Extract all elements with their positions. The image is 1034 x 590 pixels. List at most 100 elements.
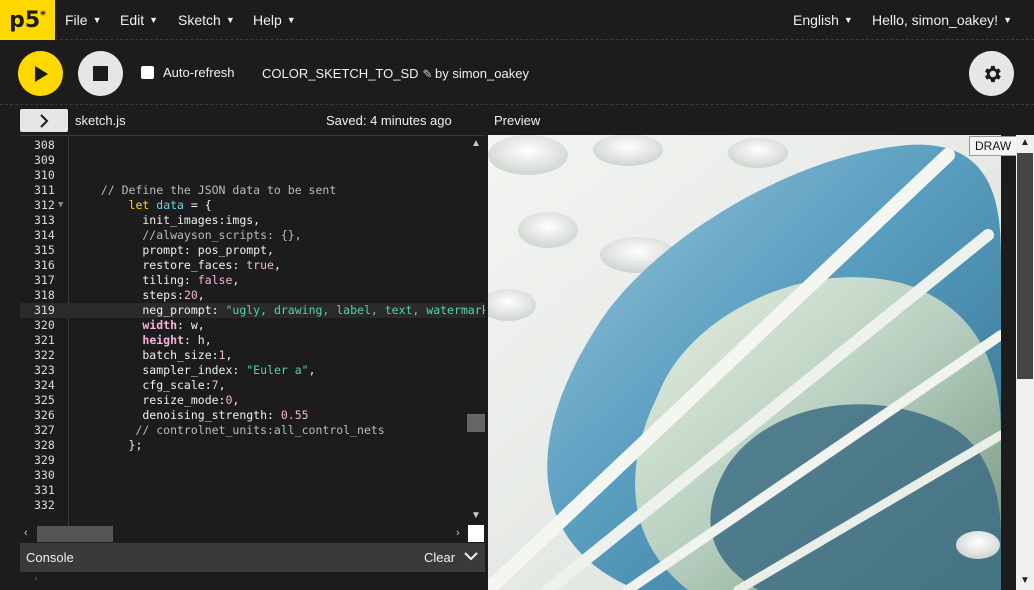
scrollbar-thumb[interactable]	[37, 526, 113, 542]
top-nav: p5* File ▼ Edit ▼ Sketch ▼ Help ▼ English ▼ H…	[0, 0, 1034, 40]
saved-status: Saved: 4 minutes ago	[326, 113, 452, 128]
menu-sketch-label: Sketch	[178, 12, 221, 28]
language-menu[interactable]: English ▼	[793, 0, 853, 40]
preview-label: Preview	[494, 113, 541, 128]
console-output[interactable]: ›	[20, 572, 485, 590]
menu-edit[interactable]: Edit ▼	[120, 0, 158, 40]
draw-button[interactable]: DRAW	[969, 136, 1018, 156]
code-line[interactable]: 316 restore_faces: true,	[20, 258, 485, 273]
collapse-console-button[interactable]	[464, 549, 478, 564]
line-number: 322	[34, 348, 55, 362]
sketch-name[interactable]: COLOR_SKETCH_TO_SD ✎	[262, 66, 433, 81]
code-line[interactable]: 312 ▼ let data = {	[20, 198, 485, 213]
chevron-down-icon: ▼	[1003, 15, 1012, 25]
user-menu[interactable]: Hello, simon_oakey! ▼	[872, 0, 1012, 40]
line-number: 327	[34, 423, 55, 437]
file-tab[interactable]: sketch.js	[75, 113, 126, 128]
code-text: neg_prompt: "ugly, drawing, label, text,…	[87, 303, 485, 317]
menu-help[interactable]: Help ▼	[253, 0, 296, 40]
preview-canvas[interactable]	[488, 135, 1001, 590]
scrollbar-corner	[468, 525, 484, 542]
code-line[interactable]: 328 };	[20, 438, 485, 453]
line-number: 323	[34, 363, 55, 377]
code-text: sampler_index: "Euler a",	[87, 363, 316, 377]
pencil-icon[interactable]: ✎	[423, 67, 433, 81]
line-number: 324	[34, 378, 55, 392]
sketch-owner[interactable]: by simon_oakey	[435, 66, 529, 81]
editor-horizontal-scrollbar[interactable]: ‹ ›	[20, 526, 467, 542]
play-button[interactable]	[18, 51, 63, 96]
line-number: 318	[34, 288, 55, 302]
code-text: restore_faces: true,	[87, 258, 281, 272]
scroll-down-icon[interactable]: ▼	[471, 510, 481, 521]
code-line[interactable]: 308	[20, 138, 485, 153]
line-number: 308	[34, 138, 55, 152]
fold-arrow-icon[interactable]: ▼	[58, 198, 63, 213]
scrollbar-thumb[interactable]	[1017, 153, 1033, 379]
code-line[interactable]: 331	[20, 483, 485, 498]
code-text: init_images:imgs,	[87, 213, 261, 227]
code-line[interactable]: 309	[20, 153, 485, 168]
toolbar: Auto-refresh COLOR_SKETCH_TO_SD ✎ by sim…	[0, 41, 1034, 105]
line-number: 326	[34, 408, 55, 422]
scroll-right-icon[interactable]: ›	[456, 527, 460, 539]
chevron-down-icon: ▼	[286, 15, 296, 25]
line-number: 321	[34, 333, 55, 347]
code-text: resize_mode:0,	[87, 393, 240, 407]
chevron-down-icon: ▼	[149, 15, 159, 25]
code-text: prompt: pos_prompt,	[87, 243, 274, 257]
scrollbar-thumb[interactable]	[467, 414, 485, 432]
code-text: steps:20,	[87, 288, 205, 302]
auto-refresh-checkbox[interactable]	[141, 66, 154, 79]
stop-icon	[93, 66, 108, 81]
code-line[interactable]: 313 init_images:imgs,	[20, 213, 485, 228]
code-line[interactable]: 319 neg_prompt: "ugly, drawing, label, t…	[20, 303, 485, 318]
line-number: 331	[34, 483, 55, 497]
menu-sketch[interactable]: Sketch ▼	[178, 0, 235, 40]
code-line[interactable]: 329	[20, 453, 485, 468]
code-line[interactable]: 322 batch_size:1,	[20, 348, 485, 363]
code-line[interactable]: 326 denoising_strength: 0.55	[20, 408, 485, 423]
auto-refresh-toggle[interactable]: Auto-refresh	[141, 65, 235, 80]
code-line[interactable]: 317 tiling: false,	[20, 273, 485, 288]
code-line[interactable]: 314 //alwayson_scripts: {},	[20, 228, 485, 243]
scroll-up-icon[interactable]: ▲	[1020, 137, 1030, 148]
menu-edit-label: Edit	[120, 12, 145, 28]
code-line[interactable]: 315 prompt: pos_prompt,	[20, 243, 485, 258]
chevron-down-icon: ▼	[843, 15, 853, 25]
p5-logo[interactable]: p5*	[0, 0, 55, 40]
editor-vertical-scrollbar[interactable]: ▲ ▼	[467, 136, 485, 528]
code-line[interactable]: 318 steps:20,	[20, 288, 485, 303]
settings-button[interactable]	[969, 51, 1014, 96]
scroll-left-icon[interactable]: ‹	[24, 527, 28, 539]
code-line[interactable]: 320 width: w,	[20, 318, 485, 333]
sketch-name-text: COLOR_SKETCH_TO_SD	[262, 66, 419, 81]
line-number: 314	[34, 228, 55, 242]
code-line[interactable]: 311 // Define the JSON data to be sent	[20, 183, 485, 198]
menu-file[interactable]: File ▼	[65, 0, 101, 40]
code-line[interactable]: 321 height: h,	[20, 333, 485, 348]
code-line[interactable]: 327 // controlnet_units:all_control_nets	[20, 423, 485, 438]
chevron-right-icon	[40, 113, 49, 128]
line-number: 325	[34, 393, 55, 407]
scroll-up-icon[interactable]: ▲	[471, 138, 481, 149]
line-number: 332	[34, 498, 55, 512]
code-line[interactable]: 332	[20, 498, 485, 513]
code-line[interactable]: 330	[20, 468, 485, 483]
chevron-down-icon: ▼	[225, 15, 235, 25]
code-text: denoising_strength: 0.55	[87, 408, 309, 422]
stop-button[interactable]	[78, 51, 123, 96]
preview-vertical-scrollbar[interactable]: ▲ ▼	[1016, 135, 1034, 590]
menu-help-label: Help	[253, 12, 282, 28]
code-text: tiling: false,	[87, 273, 240, 287]
code-line[interactable]: 310	[20, 168, 485, 183]
scroll-down-icon[interactable]: ▼	[1020, 575, 1030, 586]
code-editor[interactable]: 308 309 310 311 // Define the JSON data to …	[20, 135, 485, 542]
sidebar-toggle-button[interactable]	[20, 109, 68, 132]
code-text: let data = {	[128, 198, 212, 212]
line-number: 311	[34, 183, 55, 197]
code-line[interactable]: 323 sampler_index: "Euler a",	[20, 363, 485, 378]
console-clear-button[interactable]: Clear	[424, 550, 455, 565]
code-line[interactable]: 324 cfg_scale:7,	[20, 378, 485, 393]
code-line[interactable]: 325 resize_mode:0,	[20, 393, 485, 408]
